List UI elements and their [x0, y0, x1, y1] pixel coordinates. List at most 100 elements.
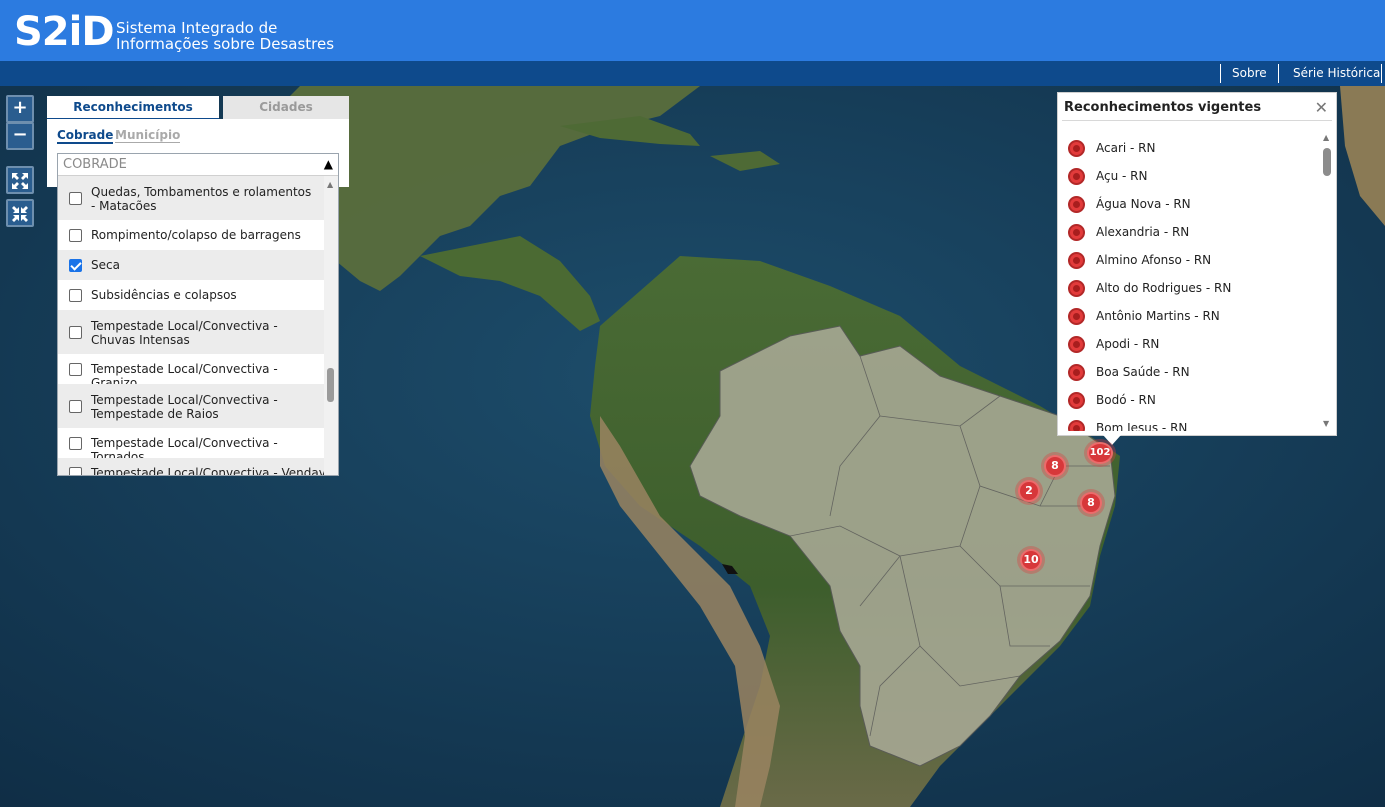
cobrade-option[interactable]: Subsidências e colapsos	[58, 280, 324, 310]
cobrade-option[interactable]: Tempestade Local/Convectiva - Tornados	[58, 428, 324, 464]
list-item[interactable]: Boa Saúde - RN	[1068, 364, 1318, 384]
option-label: Quedas, Tombamentos e rolamentos - Matac…	[91, 185, 312, 213]
list-item[interactable]: Antônio Martins - RN	[1068, 308, 1318, 328]
marker-dot-icon	[1068, 252, 1085, 269]
scroll-up-icon[interactable]: ▲	[1323, 133, 1329, 142]
cobrade-option[interactable]: Tempestade Local/Convectiva - Vendaval	[58, 458, 324, 475]
list-item[interactable]: Alto do Rodrigues - RN	[1068, 280, 1318, 300]
option-label: Subsidências e colapsos	[91, 288, 237, 302]
subtab-municipio[interactable]: Município	[115, 128, 181, 143]
municipality-name: Acari - RN	[1096, 141, 1156, 155]
left-panel-tabs: Reconhecimentos vigentes Cidades resilie…	[47, 96, 349, 137]
option-label: Seca	[91, 258, 120, 272]
nav-divider	[1278, 64, 1279, 83]
municipality-name: Alto do Rodrigues - RN	[1096, 281, 1232, 295]
municipality-name: Alexandria - RN	[1096, 225, 1190, 239]
option-checkbox[interactable]	[69, 192, 82, 205]
nav-sobre-link[interactable]: Sobre	[1232, 61, 1267, 86]
system-name-line1: Sistema Integrado de	[116, 19, 278, 37]
top-nav: Sobre Série Histórica	[0, 61, 1385, 86]
municipality-list: Acari - RN Açu - RN Água Nova - RN Alexa…	[1058, 133, 1320, 431]
popup-scrollbar[interactable]: ▲ ▼	[1320, 131, 1334, 433]
zoom-in-button[interactable]: +	[6, 95, 34, 123]
option-checkbox[interactable]	[69, 326, 82, 339]
option-checkbox[interactable]	[69, 289, 82, 302]
municipality-name: Açu - RN	[1096, 169, 1148, 183]
marker-dot-icon	[1068, 392, 1085, 409]
cobrade-options-list: Quedas, Tombamentos e rolamentos - Matac…	[58, 176, 324, 475]
list-item[interactable]: Água Nova - RN	[1068, 196, 1318, 216]
tab-reconhecimentos-vigentes[interactable]: Reconhecimentos vigentes	[47, 96, 219, 137]
cobrade-option[interactable]: Rompimento/colapso de barragens	[58, 220, 324, 250]
cobrade-option[interactable]: Tempestade Local/Convectiva - Chuvas Int…	[58, 310, 324, 354]
popup-divider	[1062, 120, 1332, 121]
exit-fullscreen-button[interactable]	[6, 199, 34, 227]
nav-divider	[1220, 64, 1221, 83]
cobrade-search-input[interactable]: COBRADE ▲	[58, 154, 338, 176]
option-checkbox[interactable]	[69, 467, 82, 475]
list-item[interactable]: Almino Afonso - RN	[1068, 252, 1318, 272]
marker-dot-icon	[1068, 140, 1085, 157]
option-checkbox[interactable]	[69, 437, 82, 450]
marker-dot-icon	[1068, 168, 1085, 185]
fullscreen-button[interactable]	[6, 166, 34, 194]
list-item[interactable]: Bodó - RN	[1068, 392, 1318, 412]
municipality-name: Boa Saúde - RN	[1096, 365, 1190, 379]
collapse-icon	[12, 206, 28, 222]
cobrade-dropdown[interactable]: COBRADE ▲ Quedas, Tombamentos e rolament…	[57, 153, 339, 476]
municipality-name: Bodó - RN	[1096, 393, 1156, 407]
option-label: Tempestade Local/Convectiva - Tempestade…	[91, 393, 278, 421]
municipality-name: Água Nova - RN	[1096, 197, 1191, 211]
scroll-up-icon[interactable]: ▲	[327, 180, 333, 189]
popup-scroll-thumb[interactable]	[1323, 148, 1331, 176]
option-label: Rompimento/colapso de barragens	[91, 228, 301, 242]
list-item[interactable]: Bom Jesus - RN	[1068, 420, 1318, 431]
marker-dot-icon	[1068, 196, 1085, 213]
dropdown-scrollbar[interactable]: ▲	[324, 176, 338, 475]
zoom-out-button[interactable]: −	[6, 122, 34, 150]
system-name: Sistema Integrado de Informações sobre D…	[116, 20, 334, 52]
tab-cidades-resilientes[interactable]: Cidades resilientes	[223, 96, 349, 137]
marker-dot-icon	[1068, 224, 1085, 241]
s2id-logo[interactable]: S2iD	[14, 12, 115, 52]
reconhecimentos-popup: Reconhecimentos vigentes ✕ Acari - RN Aç…	[1057, 92, 1337, 436]
nav-serie-historica-link[interactable]: Série Histórica	[1293, 61, 1380, 86]
option-checkbox-checked[interactable]	[69, 259, 82, 272]
app-header: S2iD Sistema Integrado de Informações so…	[0, 0, 1385, 61]
list-item[interactable]: Acari - RN	[1068, 140, 1318, 160]
list-item[interactable]: Apodi - RN	[1068, 336, 1318, 356]
cluster-marker[interactable]: 8	[1044, 455, 1066, 477]
marker-dot-icon	[1068, 364, 1085, 381]
municipality-name: Apodi - RN	[1096, 337, 1160, 351]
municipality-name: Almino Afonso - RN	[1096, 253, 1212, 267]
dropdown-scroll-thumb[interactable]	[327, 368, 334, 402]
cobrade-option-selected[interactable]: Seca	[58, 250, 324, 280]
list-item[interactable]: Alexandria - RN	[1068, 224, 1318, 244]
system-name-line2: Informações sobre Desastres	[116, 35, 335, 53]
cobrade-option[interactable]: Tempestade Local/Convectiva - Granizo	[58, 354, 324, 390]
list-item[interactable]: Açu - RN	[1068, 168, 1318, 188]
marker-dot-icon	[1068, 336, 1085, 353]
cluster-marker[interactable]: 10	[1020, 549, 1042, 571]
marker-dot-icon	[1068, 280, 1085, 297]
marker-dot-icon	[1068, 308, 1085, 325]
cluster-marker[interactable]: 102	[1087, 442, 1113, 464]
close-icon[interactable]: ✕	[1315, 98, 1328, 117]
nav-divider	[1381, 64, 1382, 83]
popup-title: Reconhecimentos vigentes	[1064, 100, 1262, 115]
expand-icon	[12, 173, 28, 189]
option-checkbox[interactable]	[69, 229, 82, 242]
cluster-marker[interactable]: 8	[1080, 492, 1102, 514]
option-checkbox[interactable]	[69, 400, 82, 413]
marker-dot-icon	[1068, 420, 1085, 431]
municipality-name: Bom Jesus - RN	[1096, 421, 1188, 431]
scroll-down-icon[interactable]: ▼	[1323, 419, 1329, 428]
cobrade-option[interactable]: Tempestade Local/Convectiva - Tempestade…	[58, 384, 324, 428]
cluster-marker[interactable]: 2	[1018, 480, 1040, 502]
cobrade-option[interactable]: Quedas, Tombamentos e rolamentos - Matac…	[58, 176, 324, 220]
option-label: Tempestade Local/Convectiva - Chuvas Int…	[91, 319, 278, 347]
municipality-name: Antônio Martins - RN	[1096, 309, 1220, 323]
subtab-cobrade[interactable]: Cobrade	[57, 128, 114, 144]
option-checkbox[interactable]	[69, 363, 82, 376]
caret-up-icon[interactable]: ▲	[324, 157, 333, 171]
